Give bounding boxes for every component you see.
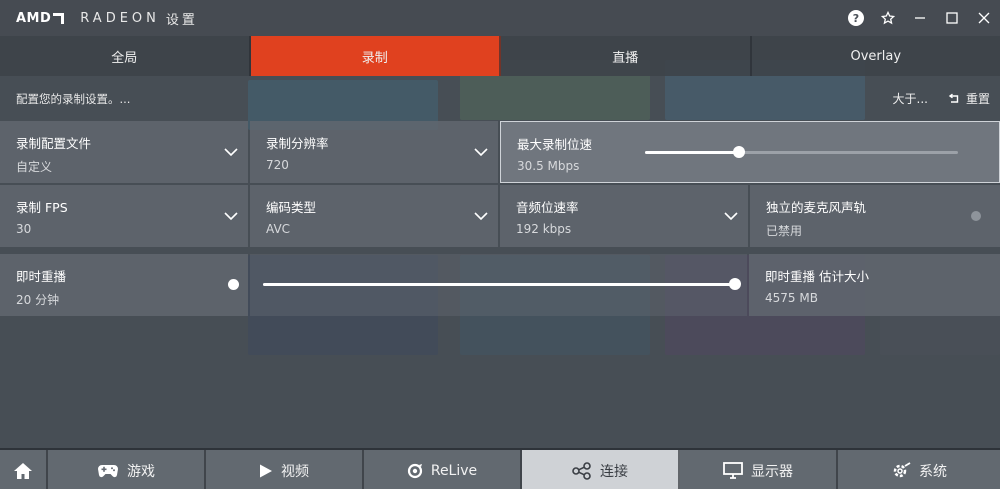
instant-replay-size-label: 即时重播 估计大小 [765,269,869,284]
instant-replay-slider-thumb[interactable] [729,278,741,290]
nav-display-label: 显示器 [751,463,793,480]
instant-replay-slider-fill [263,283,735,286]
audio-bitrate-dropdown[interactable]: 音频位速率 192 kbps [500,185,748,247]
instant-replay-setting: 即时重播 20 分钟 [0,254,248,316]
audio-bitrate-label: 音频位速率 [516,200,579,215]
record-fps-label: 录制 FPS [16,200,68,215]
minimize-icon [915,17,925,19]
tab-streaming[interactable]: 直播 [501,36,752,76]
help-button[interactable]: ? [840,0,872,36]
nav-home[interactable] [0,450,48,489]
max-bitrate-slider[interactable] [645,146,958,158]
maximize-button[interactable] [936,0,968,36]
top-tabs: 全局 录制 直播 Overlay [0,36,1000,76]
separate-mic-track-label: 独立的麦克风声轨 [766,200,867,215]
record-resolution-label: 录制分辨率 [266,136,329,151]
window-controls: ? [840,0,1000,36]
instant-replay-size-value: 4575 MB [765,291,818,305]
brand: AMD RADEON 设置 [0,9,198,28]
tab-global[interactable]: 全局 [0,36,251,76]
record-resolution-value: 720 [266,158,289,172]
instant-replay-label: 即时重播 [16,269,67,284]
about-link[interactable]: 大于... [893,90,928,107]
instant-replay-size-setting: 即时重播 估计大小 4575 MB [749,254,1000,316]
minimize-button[interactable] [904,0,936,36]
encoding-type-dropdown[interactable]: 编码类型 AVC [250,185,498,247]
radeon-wordmark: RADEON [80,10,160,26]
favorite-button[interactable] [872,0,904,36]
chevron-down-icon [474,212,488,221]
home-icon [14,462,32,479]
chevron-down-icon [224,148,238,157]
separate-mic-track-value: 已禁用 [766,224,803,238]
nav-videos[interactable]: 视频 [206,450,364,489]
record-profile-dropdown[interactable]: 录制配置文件 自定义 [0,121,248,183]
sub-header: 配置您的录制设置。... 大于... 重置 [0,76,1000,121]
system-gear-icon [893,461,911,477]
max-bitrate-slider-fill [645,151,739,154]
record-fps-value: 30 [16,222,32,236]
encoding-type-label: 编码类型 [266,200,317,215]
reset-button[interactable]: 重置 [948,90,990,107]
nav-display[interactable]: 显示器 [680,450,838,489]
title-bar: AMD RADEON 设置 ? [0,0,1000,36]
gamepad-icon [98,464,118,477]
audio-bitrate-value: 192 kbps [516,222,572,236]
close-button[interactable] [968,0,1000,36]
close-icon [978,12,990,24]
nav-games[interactable]: 游戏 [48,450,206,489]
monitor-icon [723,462,743,479]
encoding-type-value: AVC [266,222,291,236]
record-resolution-dropdown[interactable]: 录制分辨率 720 [250,121,498,183]
instant-replay-slider[interactable] [263,278,741,290]
instant-replay-duration-setting [250,254,747,316]
settings-title: 设置 [165,12,198,28]
tab-overlay[interactable]: Overlay [751,36,1000,76]
play-icon [260,464,272,477]
chevron-down-icon [474,148,488,157]
chevron-down-icon [224,212,238,221]
record-profile-label: 录制配置文件 [16,136,92,151]
instant-replay-value: 20 分钟 [16,293,60,307]
reset-icon [948,93,959,103]
nav-relive[interactable]: ReLive [364,450,522,489]
page-description: 配置您的录制设置。... [16,91,131,106]
connect-icon [572,461,591,480]
relive-icon [407,463,422,478]
nav-connect-label: 连接 [600,463,628,480]
chevron-down-icon [724,212,738,221]
help-icon: ? [848,10,864,26]
bottom-navigation: 游戏 视频 ReLive 连接 显示器 系统 [0,448,1000,489]
instant-replay-toggle[interactable] [228,279,239,290]
record-fps-dropdown[interactable]: 录制 FPS 30 [0,185,248,247]
nav-videos-label: 视频 [281,463,309,480]
nav-system[interactable]: 系统 [838,450,1000,489]
max-bitrate-setting: 最大录制位速 30.5 Mbps [500,121,1000,183]
nav-games-label: 游戏 [127,463,155,480]
nav-system-label: 系统 [919,463,947,480]
reset-label: 重置 [965,92,990,106]
star-icon [881,11,895,25]
max-bitrate-slider-thumb[interactable] [732,146,745,158]
nav-connect[interactable]: 连接 [522,450,680,489]
maximize-icon [946,12,958,24]
tab-record[interactable]: 录制 [250,36,501,76]
amd-logo: AMD [16,11,65,26]
nav-relive-label: ReLive [430,462,478,479]
max-bitrate-value: 30.5 Mbps [517,159,580,173]
separate-mic-track-toggle[interactable] [971,211,981,221]
record-profile-value: 自定义 [16,160,53,174]
separate-mic-track-setting: 独立的麦克风声轨 已禁用 [750,185,1000,247]
